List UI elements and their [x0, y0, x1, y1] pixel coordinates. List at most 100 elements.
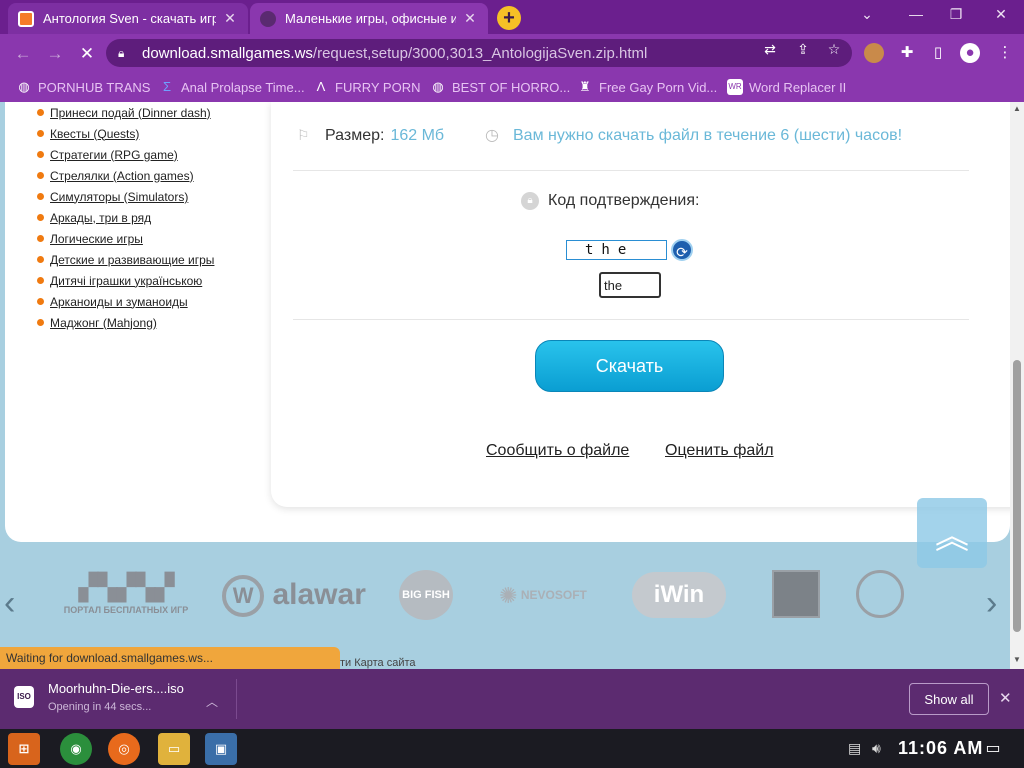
globe-icon: ◍ [432, 79, 444, 94]
notification-icon[interactable]: ▭ [982, 738, 1004, 760]
category-item[interactable]: Дитячі іграшки українською [37, 270, 257, 291]
category-link[interactable]: Аркады, три в ряд [50, 211, 151, 225]
partner-logo-5[interactable] [772, 570, 820, 618]
captcha-input[interactable] [599, 272, 661, 298]
bookmark-label: PORNHUB TRANS [38, 79, 151, 95]
new-tab-button[interactable]: + [497, 6, 521, 30]
footer-links[interactable]: ти Карта сайта [340, 657, 416, 669]
scroll-down-icon[interactable]: ▼ [1012, 655, 1022, 664]
category-item[interactable]: Квесты (Quests) [37, 123, 257, 144]
bookmark-item[interactable]: Σ Anal Prolapse Time... [159, 78, 305, 96]
category-item[interactable]: Симуляторы (Simulators) [37, 186, 257, 207]
download-item[interactable]: ISO Moorhuhn-Die-ers....iso Opening in 4… [14, 681, 184, 713]
extension-avatar-icon[interactable] [864, 43, 884, 63]
category-item[interactable]: Арканоиды и зуманоиды [37, 291, 257, 312]
tab-smallgames[interactable]: Маленькие игры, офисные иг ✕ [250, 3, 488, 34]
network-icon[interactable]: ▤ [848, 740, 861, 757]
category-item[interactable]: Аркады, три в ряд [37, 207, 257, 228]
translate-icon[interactable]: ⇄ [761, 40, 779, 58]
scrollbar[interactable]: ▲ ▼ [1010, 102, 1024, 669]
close-icon[interactable]: ✕ [222, 10, 238, 27]
category-link[interactable]: Симуляторы (Simulators) [50, 190, 188, 204]
category-item[interactable]: Маджонг (Mahjong) [37, 312, 257, 333]
scrollbar-thumb[interactable] [1013, 360, 1021, 632]
close-icon[interactable]: ✕ [462, 10, 478, 27]
close-icon[interactable]: ✕ [999, 689, 1012, 707]
category-link[interactable]: Принеси подай (Dinner dash) [50, 106, 211, 120]
partner-logo-portal[interactable]: ▞▚▞▚▞ ПОРТАЛ БЕСПЛАТНЫХ ИГР [62, 570, 190, 616]
share-icon[interactable]: ⇪ [794, 40, 812, 58]
captcha-label-text: Код подтверждения: [548, 192, 700, 209]
taskbar-clock[interactable]: 11:06 AM [898, 738, 983, 759]
folder-icon[interactable]: ▭ [158, 733, 190, 765]
size-value: 162 Мб [390, 127, 445, 144]
chevron-left-icon[interactable]: ‹ [4, 584, 15, 623]
download-button[interactable]: Скачать [535, 340, 724, 392]
menu-icon[interactable]: ⋮ [995, 43, 1015, 63]
bookmark-label: Anal Prolapse Time... [181, 79, 305, 95]
chrome-icon[interactable]: ◉ [60, 733, 92, 765]
volume-icon[interactable]: 🔊︎ [872, 740, 881, 757]
puzzle-icon[interactable]: ✚ [897, 43, 917, 63]
category-link[interactable]: Квесты (Quests) [50, 127, 139, 141]
category-item[interactable]: Детские и развивающие игры [37, 249, 257, 270]
minimize-icon[interactable]: — [904, 6, 928, 26]
back-icon[interactable]: ← [12, 43, 34, 65]
time-notice-text: Вам нужно скачать файл в течение 6 (шест… [513, 127, 903, 144]
chevron-up-icon[interactable]: ︿ [206, 693, 218, 710]
sidepanel-icon[interactable]: ▯ [928, 43, 948, 63]
report-file-link[interactable]: Сообщить о файле [486, 442, 629, 460]
category-link[interactable]: Стрелялки (Action games) [50, 169, 194, 183]
page-viewport: Принеси подай (Dinner dash) Квесты (Ques… [0, 102, 1010, 669]
category-link[interactable]: Арканоиды и зуманоиды [50, 295, 188, 309]
category-item[interactable]: Стрелялки (Action games) [37, 165, 257, 186]
forward-icon[interactable]: → [44, 43, 66, 65]
window-close-icon[interactable]: ✕ [989, 6, 1013, 26]
bullet-icon [37, 214, 44, 221]
bullet-icon [37, 193, 44, 200]
partner-logo-iwin[interactable]: iWin [632, 572, 726, 618]
stop-icon[interactable]: ✕ [76, 43, 98, 65]
url-host: download.smallgames.ws [142, 44, 313, 62]
bookmark-item[interactable]: WR Word Replacer II [727, 78, 846, 96]
start-menu-icon[interactable]: ⊞ [8, 733, 40, 765]
category-link[interactable]: Стратегии (RPG game) [50, 148, 178, 162]
download-shelf: ISO Moorhuhn-Die-ers....iso Opening in 4… [0, 669, 1024, 729]
refresh-icon[interactable]: ⟳ [671, 239, 693, 261]
partner-logo-nevosoft[interactable]: ✺ NEVOSOFT [483, 570, 603, 621]
tab-antologiya[interactable]: Антология Sven - скачать игр ✕ [8, 3, 248, 34]
download-filename: Moorhuhn-Die-ers....iso [48, 681, 184, 696]
category-item[interactable]: Принеси подай (Dinner dash) [37, 102, 257, 123]
star-icon[interactable]: ☆ [825, 40, 843, 58]
category-link[interactable]: Маджонг (Mahjong) [50, 316, 157, 330]
chevron-right-icon[interactable]: › [986, 584, 997, 623]
category-link[interactable]: Логические игры [50, 232, 143, 246]
chevron-down-icon[interactable]: ⌄ [855, 6, 879, 26]
flag-icon: ⚐ [297, 127, 310, 143]
profile-icon[interactable]: ● [960, 43, 980, 63]
bookmark-label: BEST OF HORRO... [452, 79, 571, 95]
category-link[interactable]: Дитячі іграшки українською [50, 274, 202, 288]
bookmark-item[interactable]: ◍ BEST OF HORRO... [430, 78, 570, 96]
show-all-button[interactable]: Show all [909, 683, 989, 715]
scroll-up-icon[interactable]: ▲ [1012, 104, 1022, 113]
partner-logo-bigfish[interactable]: BIG FISH [399, 570, 453, 620]
site-favicon-icon [18, 10, 34, 27]
bookmark-item[interactable]: Λ FURRY PORN [313, 78, 421, 96]
bookmark-item[interactable]: ♜ Free Gay Porn Vid... [577, 78, 717, 96]
restore-icon[interactable]: ❐ [944, 6, 968, 26]
alawar-logo-text: alawar [272, 578, 366, 611]
partner-logo-alawar[interactable]: W alawar [212, 570, 376, 620]
partner-logo-6[interactable] [856, 570, 904, 618]
firefox-icon[interactable]: ◎ [108, 733, 140, 765]
category-item[interactable]: Логические игры [37, 228, 257, 249]
sigma-icon: Σ [162, 79, 172, 94]
address-bar[interactable]: 🔒︎ download.smallgames.ws /request,setup… [106, 39, 852, 67]
size-label: Размер: [325, 127, 385, 144]
category-link[interactable]: Детские и развивающие игры [50, 253, 214, 267]
category-item[interactable]: Стратегии (RPG game) [37, 144, 257, 165]
rate-file-link[interactable]: Оценить файл [665, 442, 774, 460]
wr-icon: WR [727, 79, 743, 95]
bookmark-item[interactable]: ◍ PORNHUB TRANS [16, 78, 150, 96]
virtualbox-icon[interactable]: ▣ [205, 733, 237, 765]
